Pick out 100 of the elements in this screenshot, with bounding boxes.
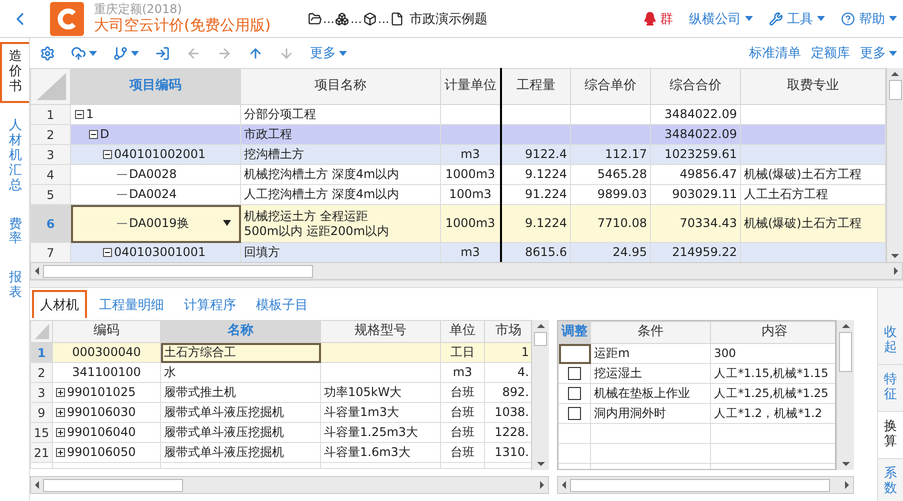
collapse-icon[interactable] <box>89 130 98 139</box>
row-number[interactable]: 21 <box>30 442 52 462</box>
toolbar-link[interactable]: 定额库 <box>811 44 850 62</box>
checkbox[interactable] <box>568 367 581 380</box>
path-ellipsis[interactable]: ... <box>378 12 390 26</box>
scrollbar-thumb[interactable] <box>888 80 902 100</box>
column-header[interactable]: 取费专业 <box>740 68 886 104</box>
expand-icon[interactable] <box>56 388 65 397</box>
scrollbar-thumb[interactable] <box>534 332 548 346</box>
side-tab[interactable]: 系数 <box>878 458 903 501</box>
logo-icon <box>50 2 84 36</box>
menu-item[interactable]: 帮助 <box>841 10 897 28</box>
menu-item[interactable]: 群 <box>644 10 673 28</box>
row-number[interactable]: 3 <box>30 144 70 164</box>
path-ellipsis[interactable]: ... <box>350 12 362 26</box>
arrow-down-icon[interactable] <box>536 460 545 468</box>
side-tab[interactable]: 报表 <box>0 263 29 310</box>
scrollbar[interactable] <box>531 320 549 470</box>
active-cell[interactable] <box>558 344 590 364</box>
side-tab[interactable]: 人材机汇总 <box>0 110 29 202</box>
column-header[interactable]: 规格型号 <box>320 320 440 342</box>
toolbar-button[interactable] <box>113 46 139 60</box>
condition-cell: 挖运湿土 <box>590 364 710 384</box>
menu-item[interactable]: 工具 <box>769 10 825 28</box>
column-header[interactable]: 综合合价 <box>650 68 740 104</box>
column-header[interactable]: 内容 <box>710 322 836 344</box>
menu-item[interactable]: 纵横公司 <box>689 10 753 28</box>
column-header[interactable]: 市场 <box>484 320 532 342</box>
arrow-right-icon[interactable] <box>892 267 900 275</box>
table-row[interactable]: 7 040103001001 回填方 m3 8615.6 24.95 214959.22 <box>30 242 886 262</box>
collapse-icon[interactable] <box>103 248 112 257</box>
arrow-up-icon[interactable] <box>536 322 545 330</box>
row-number[interactable]: 4 <box>30 164 70 184</box>
row-number[interactable]: 1 <box>30 104 70 124</box>
scrollbar-thumb[interactable] <box>43 478 183 492</box>
column-header[interactable]: 计量单位 <box>440 68 500 104</box>
arrow-down-icon[interactable] <box>891 252 899 260</box>
scrollbar-thumb[interactable] <box>570 478 830 492</box>
item-code: 1 <box>86 107 94 122</box>
arrow-down-icon[interactable] <box>842 460 850 468</box>
table-row[interactable]: 6 DA0019换 机械挖运土方 全程运距500m以内 运距200m以内 1000m3 9.1224 7710.08 70334.43 机械(爆破)土石方工程 <box>30 204 886 242</box>
arrow-left-icon[interactable] <box>33 267 41 275</box>
scrollbar-thumb[interactable] <box>43 264 313 278</box>
collapse-icon[interactable] <box>103 150 112 159</box>
row-number[interactable]: 9 <box>30 402 52 422</box>
code-cell[interactable]: DA0019换 <box>70 204 240 242</box>
table-row[interactable]: 1 1 分部分项工程 3484022.09 <box>30 104 886 124</box>
side-tab[interactable]: 费率 <box>0 210 29 256</box>
scrollbar-thumb[interactable] <box>839 332 852 372</box>
row-number[interactable]: 5 <box>30 184 70 204</box>
row-number[interactable]: 2 <box>30 362 52 382</box>
row-number[interactable]: 15 <box>30 422 52 442</box>
expand-icon[interactable] <box>56 448 65 457</box>
row-number[interactable]: 7 <box>30 242 70 262</box>
column-header[interactable]: 单位 <box>440 320 484 342</box>
checkbox[interactable] <box>568 407 581 420</box>
toolbar-button[interactable] <box>248 46 263 60</box>
row-number[interactable]: 2 <box>30 124 70 144</box>
scrollbar[interactable] <box>836 320 854 470</box>
column-header[interactable]: 工程量 <box>500 68 570 104</box>
arrow-up-icon[interactable] <box>891 70 899 78</box>
toolbar-button[interactable] <box>40 46 55 60</box>
scrollbar[interactable] <box>557 476 854 494</box>
column-header[interactable]: 条件 <box>590 322 710 344</box>
scrollbar[interactable] <box>30 262 903 280</box>
side-tab[interactable]: 换算 <box>878 412 903 459</box>
checkbox[interactable] <box>568 387 581 400</box>
arrow-left-icon[interactable] <box>560 481 568 489</box>
table-row[interactable]: 5 DA0024 人工挖沟槽土方 深度4m以内 100m3 91.224 9899.03 903029.11 人工土石方工程 <box>30 184 886 204</box>
arrow-right-icon[interactable] <box>538 481 546 489</box>
toolbar-button[interactable] <box>71 46 97 60</box>
dropdown-icon[interactable] <box>223 220 231 226</box>
arrow-right-icon[interactable] <box>843 481 851 489</box>
toolbar-link[interactable]: 标准清单 <box>749 44 801 62</box>
item-code: DA0019换 <box>129 216 189 231</box>
tab[interactable]: 人材机 <box>32 290 87 318</box>
arrow-up-icon[interactable] <box>842 322 850 330</box>
column-header[interactable]: 项目名称 <box>240 68 440 104</box>
scrollbar[interactable] <box>30 476 549 494</box>
table-row[interactable]: 3 040101002001 挖沟槽土方 m3 9122.4 112.17 1023259.61 <box>30 144 886 164</box>
column-header[interactable]: 编码 <box>52 320 160 342</box>
code-cell[interactable]: 990106050 <box>52 442 160 462</box>
expand-icon[interactable] <box>56 408 65 417</box>
code-cell[interactable]: DA0024 <box>70 184 240 204</box>
row-number[interactable]: 3 <box>30 382 52 402</box>
toolbar-button[interactable] <box>155 46 170 60</box>
column-header[interactable]: 综合单价 <box>570 68 650 104</box>
side-tab[interactable]: 收起 <box>878 318 903 365</box>
table-row[interactable]: 2 D 市政工程 3484022.09 <box>30 124 886 144</box>
expand-icon[interactable] <box>56 428 65 437</box>
toolbar-link[interactable]: 更多 <box>860 44 897 62</box>
path-ellipsis[interactable]: ... <box>323 12 334 26</box>
more-button[interactable]: 更多 <box>310 44 347 62</box>
scrollbar[interactable] <box>886 68 903 262</box>
side-tab[interactable]: 造价书 <box>0 42 29 103</box>
collapse-icon[interactable] <box>75 110 84 119</box>
arrow-left-icon[interactable] <box>33 481 41 489</box>
resource-name: 履带式单斗液压挖掘机 <box>160 442 320 462</box>
wrench-icon <box>769 12 783 26</box>
table-row[interactable]: 4 DA0028 机械挖沟槽土方 深度4m以内 1000m3 9.1224 5465.28 49856.47 机械(爆破)土石方工程 <box>30 164 886 184</box>
